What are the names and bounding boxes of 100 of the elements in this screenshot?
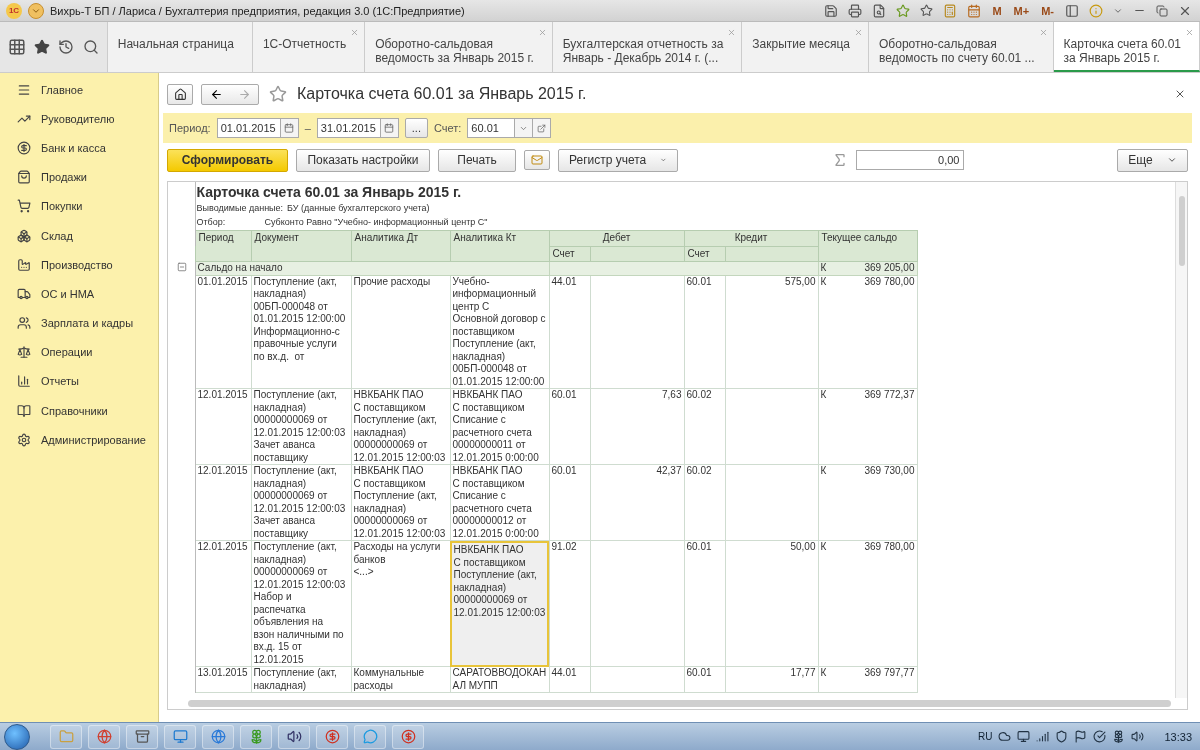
table-cell: НВКБАНК ПАО С поставщиком Поступление (акт, накладная) 00000000069 от 12.01.2015 12:00:03 [351,388,450,465]
date-field[interactable]: 31.01.2015 [316,118,381,138]
language-indicator[interactable]: RU [978,731,993,742]
globe-icon [210,729,226,744]
taskbar-button[interactable] [126,724,158,749]
table-cell: 91.02 [549,540,590,667]
generate-button[interactable]: Сформировать [167,148,288,172]
flag-icon[interactable] [1074,730,1088,743]
taskbar-button[interactable] [392,724,424,749]
table-cell: 7,63 [590,388,684,465]
sum-field[interactable]: 0,00 [855,150,964,170]
info-icon[interactable] [1087,3,1105,18]
boxes-icon [17,228,31,243]
table-cell[interactable]: НВКБАНК ПАО С поставщиком Списание с расчетного счета 00000000011 от 12.01.2015 0:00:00 [450,388,549,465]
flower-icon[interactable] [1112,730,1126,743]
menu-icon [17,82,31,97]
tab[interactable]: Начальная страница [107,22,253,72]
cloud-icon[interactable] [998,730,1012,743]
speaker-icon [286,729,302,744]
star-icon[interactable] [267,85,289,103]
people-icon [17,316,31,331]
tab[interactable]: Карточка счета 60.01 за Январь 2015 г. [1053,22,1200,72]
signal-icon[interactable] [1036,730,1050,743]
info-label: Отбор: [196,216,227,229]
account-field[interactable]: 60.01 [467,118,516,138]
sidebar-item[interactable]: Продажи [0,162,158,192]
book-icon [17,403,31,418]
form-title: Карточка счета 60.01 за Январь 2015 г. [297,85,588,103]
home-button[interactable] [167,83,193,105]
table-cell[interactable]: Учебно- информационный центр С Основной договор с поставщиком Поступление (акт, накладная) 00БП-000048 от 01.01.2015 12:00:00 [450,275,549,389]
sidebar-item[interactable]: Покупки [0,191,158,221]
caret-icon[interactable] [515,118,534,138]
sidebar-item[interactable]: Склад [0,220,158,251]
open-icon[interactable] [533,118,552,138]
table-cell: 60.02 [684,464,725,541]
memory-button[interactable]: M+ [1010,4,1033,17]
taskbar-button[interactable] [316,724,348,749]
sidebar-item[interactable]: Справочники [0,396,158,426]
tab[interactable]: Оборотно-сальдовая ведомость за Январь 2015 г. [365,22,553,72]
check-icon[interactable] [1093,730,1107,743]
table-cell: 60.01 [684,275,725,389]
tab[interactable]: 1С-Отчетность [252,22,366,72]
settings-button[interactable]: Показать настройки [296,148,430,172]
balance-side: К [820,465,827,478]
register-button[interactable]: Регистр учета [558,148,678,172]
tab[interactable]: Закрытие месяца [742,22,869,72]
memory-button[interactable]: M [989,4,1005,17]
table-cell: 12.01.2015 [195,388,251,465]
table-cell: Поступление (акт, накладная) 00000000069 от 12.01.2015 12:00:03 Зачет аванса поставщику [251,464,351,541]
collapse-icon[interactable] [177,261,188,272]
sidebar-item[interactable]: ОС и НМА [0,279,158,309]
sidebar-item[interactable]: Руководителю [0,104,158,134]
sidebar-item[interactable]: Отчеты [0,366,158,397]
taskbar-button[interactable] [164,724,196,749]
vertical-scrollbar[interactable] [1175,182,1187,698]
table-cell: 01.01.2015 [195,275,251,389]
mail-icon[interactable] [524,150,550,170]
start-button[interactable] [4,723,30,750]
horizontal-scrollbar[interactable] [188,700,1171,707]
date-field[interactable]: 01.01.2015 [216,118,281,138]
taskbar-button[interactable] [202,724,234,749]
tab[interactable]: Оборотно-сальдовая ведомость по счету 60.01 ... [869,22,1054,72]
table-cell: Поступление (акт, накладная) 00БП-000048 от 01.01.2015 12:00:00 Информационно-с правочные услуги по вх.д. от [251,275,351,389]
panel-icon[interactable] [1063,3,1081,18]
table-cell: Прочие расходы [351,275,450,389]
balance-side: К [820,667,827,680]
speaker-icon[interactable] [1131,730,1145,743]
folder-icon [58,729,74,744]
sidebar-item[interactable]: Зарплата и кадры [0,308,158,338]
period-label: Период: [169,122,211,134]
table-cell: 12.01.2015 [195,464,251,541]
memory-button[interactable]: M- [1038,4,1057,17]
balance-amount: 369 797,77 [864,667,915,680]
table-cell: 12.01.2015 [195,540,251,667]
chat-icon [362,729,378,744]
table-cell[interactable]: НВКБАНК ПАО С поставщиком Поступление (акт, накладная) 00000000069 от 12.01.2015 12:00:03 [450,540,549,667]
monitor-icon[interactable] [1017,730,1031,743]
sidebar-item[interactable]: Банк и касса [0,133,158,163]
shield-icon[interactable] [1055,730,1069,743]
sidebar-item[interactable]: Операции [0,337,158,367]
table-cell[interactable]: НВКБАНК ПАО С поставщиком Списание с расчетного счета 00000000012 от 12.01.2015 0:00:00 [450,464,549,541]
period-button[interactable]: ... [404,118,428,138]
table-cell: 42,37 [590,464,684,541]
table-cell: 60.02 [684,388,725,465]
taskbar-button[interactable] [88,724,120,749]
table-cell[interactable]: САРАТОВВОДОКАН АЛ МУПП [450,666,549,693]
sidebar-item[interactable]: Администрирование [0,425,158,455]
column-header: Аналитика Кт [450,230,549,262]
taskbar-button[interactable] [278,724,310,749]
info-label: Выводимые данные: [196,202,284,215]
caret-icon [1166,155,1177,165]
balance-amount: 369 780,00 [864,276,915,288]
more-button[interactable]: Еще [1117,148,1188,172]
sidebar-item[interactable]: Производство [0,250,158,280]
tab[interactable]: Бухгалтерская отчетность за Январь - Декабрь 2014 г. (... [552,22,743,72]
restore-icon[interactable] [1154,4,1170,17]
print-button[interactable]: Печать [438,148,516,172]
coin-icon [17,140,31,155]
menu-button[interactable] [28,2,44,19]
sidebar-item[interactable]: Главное [0,75,158,105]
